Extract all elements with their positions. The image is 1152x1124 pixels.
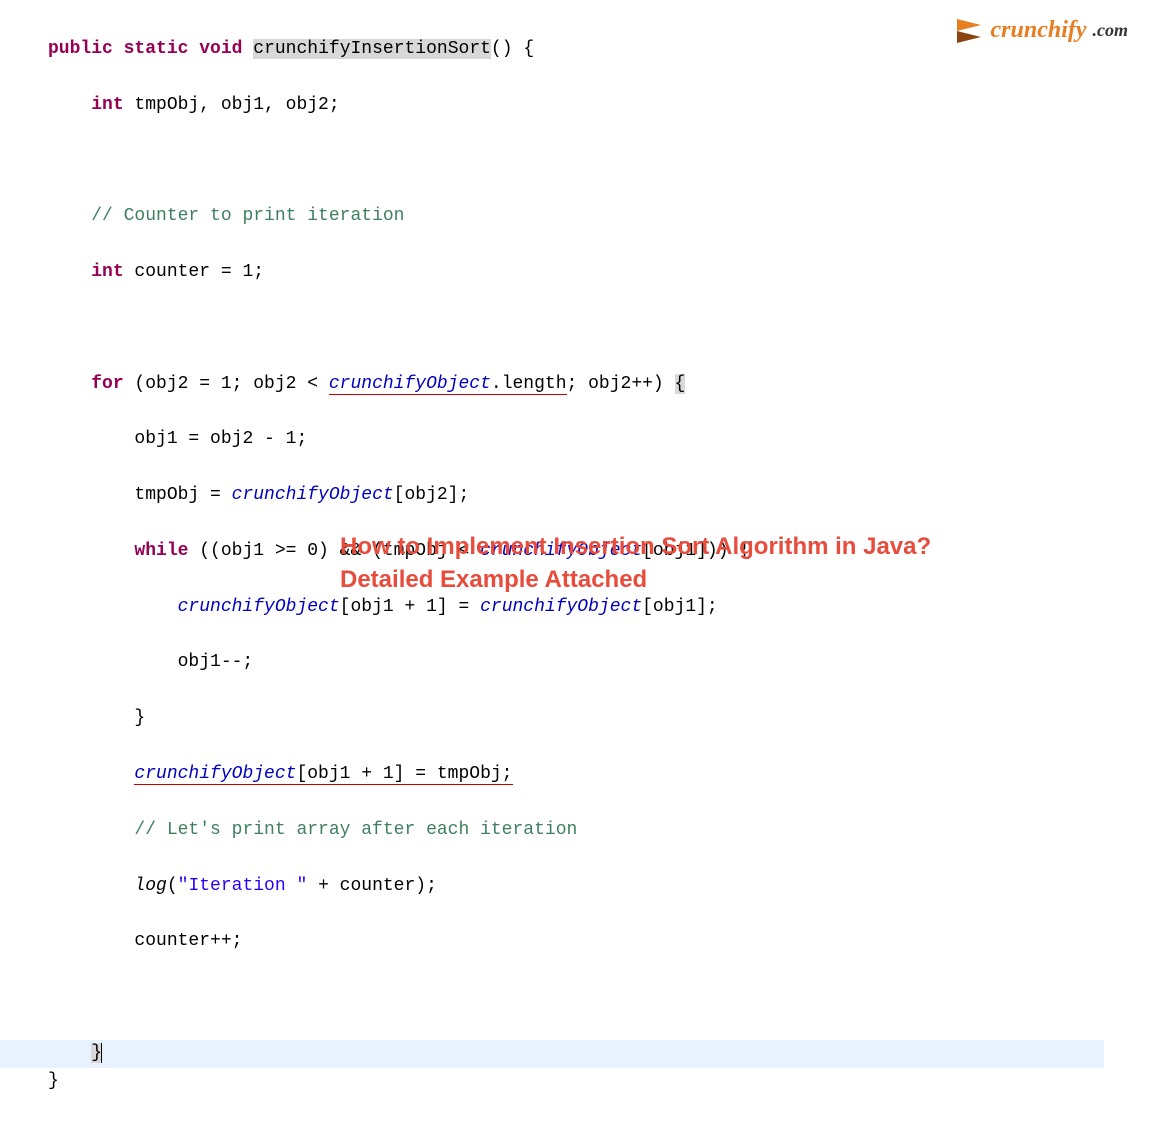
keyword-public: public xyxy=(48,39,113,59)
code-text: obj1 = obj2 - 1; xyxy=(134,429,307,449)
keyword-while: while xyxy=(134,541,188,561)
keyword-int: int xyxy=(91,262,123,282)
code-line: int tmpObj, obj1, obj2; xyxy=(48,92,1152,120)
keyword-void: void xyxy=(199,39,242,59)
logo-brand-text: crunchify xyxy=(991,12,1087,49)
underlined-expr: crunchifyObject[obj1 + 1] = tmpObj; xyxy=(134,764,512,785)
code-text: [obj1 + 1] = xyxy=(340,597,480,617)
brand-logo: crunchify.com xyxy=(957,12,1129,49)
field-ref: crunchifyObject xyxy=(232,485,394,505)
keyword-static: static xyxy=(124,39,189,59)
method-name-highlight: crunchifyInsertionSort xyxy=(253,39,491,59)
comment: // Counter to print iteration xyxy=(91,206,404,226)
logo-tld-text: .com xyxy=(1093,17,1129,45)
string-literal: "Iteration " xyxy=(178,876,308,896)
code-line: int counter = 1; xyxy=(48,259,1152,287)
field-ref: crunchifyObject xyxy=(480,597,642,617)
code-text: counter = 1; xyxy=(124,262,264,282)
code-text: obj1--; xyxy=(178,652,254,672)
method-call: log xyxy=(134,876,166,896)
code-text: ( xyxy=(167,876,178,896)
comment: // Let's print array after each iteratio… xyxy=(134,820,577,840)
underlined-expr: crunchifyObject.length xyxy=(329,374,567,395)
overlay-line1: How to Implement Insertion Sort Algorith… xyxy=(340,531,931,563)
logo-icon xyxy=(957,19,985,43)
brace-open: { xyxy=(675,374,686,394)
code-line: crunchifyObject[obj1 + 1] = crunchifyObj… xyxy=(48,594,1152,622)
code-line: } xyxy=(48,1068,1152,1096)
field-ref: crunchifyObject xyxy=(329,374,491,394)
code-line: // Let's print array after each iteratio… xyxy=(48,817,1152,845)
article-title-overlay: How to Implement Insertion Sort Algorith… xyxy=(340,531,931,596)
code-text: tmpObj = xyxy=(134,485,231,505)
code-line xyxy=(48,315,1152,343)
code-line: log("Iteration " + counter); xyxy=(48,873,1152,901)
code-text: tmpObj, obj1, obj2; xyxy=(124,95,340,115)
code-text: counter++; xyxy=(134,931,242,951)
code-text: [obj2]; xyxy=(394,485,470,505)
code-text: [obj1]; xyxy=(642,597,718,617)
code-text: } xyxy=(134,708,145,728)
code-line: } xyxy=(48,705,1152,733)
code-line xyxy=(48,984,1152,1012)
text-cursor-icon xyxy=(101,1043,102,1063)
code-line: counter++; xyxy=(48,928,1152,956)
code-line: obj1 = obj2 - 1; xyxy=(48,426,1152,454)
code-text: ; obj2++) xyxy=(567,374,675,394)
code-text: .length xyxy=(491,374,567,394)
field-ref: crunchifyObject xyxy=(178,597,340,617)
code-line-current: } xyxy=(0,1040,1104,1068)
code-line: crunchifyObject[obj1 + 1] = tmpObj; xyxy=(48,761,1152,789)
code-text: () { xyxy=(491,39,534,59)
code-text: (obj2 = 1; obj2 < xyxy=(124,374,329,394)
code-line: // Counter to print iteration xyxy=(48,203,1152,231)
code-line: tmpObj = crunchifyObject[obj2]; xyxy=(48,482,1152,510)
field-ref: crunchifyObject xyxy=(134,764,296,784)
code-text: } xyxy=(48,1071,59,1091)
keyword-int: int xyxy=(91,95,123,115)
code-line xyxy=(48,147,1152,175)
overlay-line2: Detailed Example Attached xyxy=(340,564,931,596)
code-text: [obj1 + 1] = tmpObj; xyxy=(296,764,512,784)
code-line: obj1--; xyxy=(48,649,1152,677)
code-text: + counter); xyxy=(307,876,437,896)
code-line: for (obj2 = 1; obj2 < crunchifyObject.le… xyxy=(48,371,1152,399)
keyword-for: for xyxy=(91,374,123,394)
